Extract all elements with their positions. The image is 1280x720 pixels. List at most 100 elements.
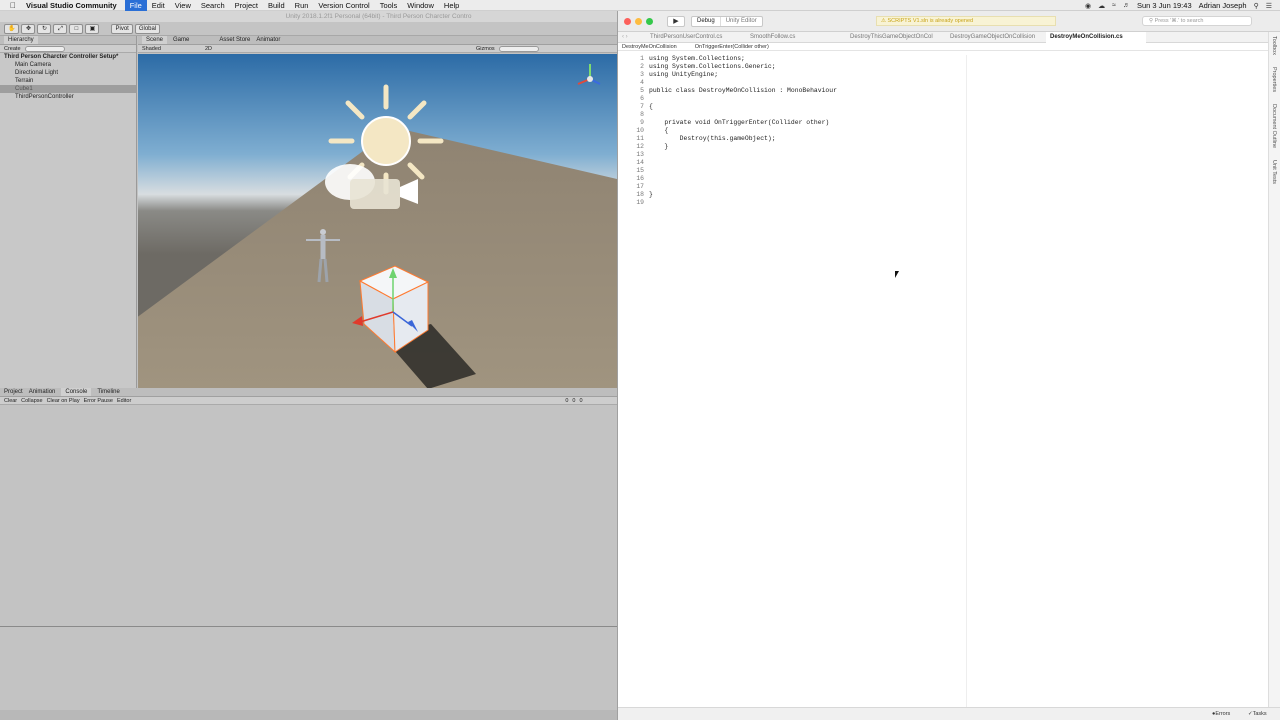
app-name[interactable]: Visual Studio Community [26, 1, 117, 10]
hand-tool-button[interactable]: ✋ [4, 23, 20, 34]
tab-animator[interactable]: Animator [256, 36, 280, 44]
clear-on-play-button[interactable]: Clear on Play [47, 397, 80, 405]
create-dropdown[interactable]: Create [4, 45, 21, 53]
move-tool-button[interactable]: ✥ [21, 23, 36, 34]
tab-asset-store[interactable]: Asset Store [219, 36, 250, 44]
tab-destroymeoncollision[interactable]: DestroyMeOnCollision.cs [1046, 31, 1146, 43]
tab-destroygameobjectoncollision[interactable]: DestroyGameObjectOnCollision [946, 32, 1046, 43]
rotate-tool-button[interactable]: ↻ [37, 23, 52, 34]
code-line[interactable]: } [649, 143, 1249, 151]
tasks-button[interactable]: ✓ Tasks [1248, 708, 1267, 720]
menu-project[interactable]: Project [230, 0, 263, 11]
code-line[interactable]: } [649, 191, 1249, 199]
menu-view[interactable]: View [170, 0, 196, 11]
hierarchy-item-main-camera[interactable]: Main Camera [0, 61, 136, 69]
sidebar-document-outline[interactable]: Document Outline [1271, 104, 1277, 148]
minimize-window-button[interactable] [635, 17, 642, 25]
wifi-icon[interactable]: ≈ [1112, 2, 1116, 9]
scale-tool-button[interactable]: ⤢ [53, 23, 68, 34]
config-dropdown[interactable]: Debug [692, 17, 720, 26]
close-window-button[interactable] [624, 17, 631, 25]
warning-count[interactable]: 0 [572, 397, 575, 405]
log-count[interactable]: 0 [565, 397, 568, 405]
sidebar-unit-tests[interactable]: Unit Tests [1271, 160, 1277, 184]
zoom-window-button[interactable] [646, 17, 653, 25]
record-icon[interactable]: ◉ [1085, 2, 1091, 10]
tab-destroythisgameobject[interactable]: DestroyThisGameObjectOnCol [846, 32, 946, 43]
run-configuration[interactable]: Debug Unity Editor [691, 15, 763, 27]
tab-hierarchy[interactable]: Hierarchy [4, 36, 38, 44]
hierarchy-item-terrain[interactable]: Terrain [0, 77, 136, 85]
rect-tool-button[interactable]: □ [69, 23, 84, 34]
menu-build[interactable]: Build [263, 0, 290, 11]
tab-game[interactable]: Game [173, 36, 189, 44]
transform-tool-button[interactable]: ▣ [85, 23, 100, 34]
collapse-button[interactable]: Collapse [21, 397, 42, 405]
sidebar-toolbox[interactable]: Toolbox [1271, 36, 1277, 55]
menu-tools[interactable]: Tools [375, 0, 403, 11]
code-line[interactable]: using System.Collections.Generic; [649, 63, 1249, 71]
vs-search-input[interactable]: ⚲ Press '⌘.' to search [1142, 16, 1252, 26]
menu-search[interactable]: Search [196, 0, 230, 11]
shading-dropdown[interactable]: Shaded [142, 45, 161, 53]
code-line[interactable]: { [649, 127, 1249, 135]
tab-nav-arrows-icon[interactable]: ‹ › [618, 34, 646, 40]
code-editor[interactable]: 1 2 3 4 5 6 7 8 9 10 11 12 13 14 15 16 17 18 19 using Syst… [618, 55, 1280, 707]
clock[interactable]: Sun 3 Jun 19:43 [1137, 1, 1192, 10]
clear-button[interactable]: Clear [4, 397, 17, 405]
run-button[interactable]: ▶ [667, 15, 685, 27]
code-text[interactable]: using System.Collections; using System.Co… [649, 55, 1249, 207]
tab-thirdpersonusercontrol[interactable]: ThirdPersonUserControl.cs [646, 32, 746, 43]
breadcrumb-method[interactable]: OnTriggerEnter(Collider other) [695, 43, 769, 50]
hierarchy-item-thirdpersoncontroller[interactable]: ThirdPersonController [0, 93, 136, 101]
errors-button[interactable]: ● Errors [1212, 708, 1230, 720]
menu-help[interactable]: Help [439, 0, 464, 11]
list-icon[interactable]: ☰ [1266, 2, 1272, 10]
breadcrumb-class[interactable]: DestroyMeOnCollision [622, 43, 677, 50]
gizmos-dropdown[interactable]: Gizmos [476, 45, 495, 53]
spotlight-icon[interactable]: ⚲ [1254, 2, 1259, 10]
menu-run[interactable]: Run [290, 0, 314, 11]
code-line[interactable]: { [649, 103, 1249, 111]
code-line[interactable] [649, 95, 1249, 103]
hierarchy-item-directional-light[interactable]: Directional Light [0, 69, 136, 77]
code-line[interactable] [649, 199, 1249, 207]
code-line[interactable] [649, 151, 1249, 159]
code-line[interactable] [649, 159, 1249, 167]
code-line[interactable] [649, 111, 1249, 119]
2d-toggle[interactable]: 2D [205, 45, 212, 53]
global-button[interactable]: Global [134, 23, 161, 34]
code-line[interactable] [649, 79, 1249, 87]
target-dropdown[interactable]: Unity Editor [719, 16, 762, 26]
menu-version-control[interactable]: Version Control [313, 0, 374, 11]
hierarchy-item-cube1[interactable]: Cube1 [0, 85, 136, 93]
pivot-button[interactable]: Pivot [111, 23, 133, 34]
code-line[interactable]: public class DestroyMeOnCollision : Mono… [649, 87, 1249, 95]
user-name[interactable]: Adrian Joseph [1199, 1, 1247, 10]
code-line[interactable]: Destroy(this.gameObject); [649, 135, 1249, 143]
scene-search-input[interactable] [498, 45, 539, 52]
code-line[interactable]: using System.Collections; [649, 55, 1249, 63]
tab-console[interactable]: Console [61, 388, 92, 396]
code-line[interactable] [649, 167, 1249, 175]
tab-animation[interactable]: Animation [29, 388, 56, 396]
scene-viewport[interactable] [138, 54, 617, 388]
tab-timeline[interactable]: Timeline [97, 388, 119, 396]
apple-icon[interactable]:  [10, 1, 20, 10]
code-line[interactable] [649, 183, 1249, 191]
volume-icon[interactable]: ♬ [1123, 2, 1130, 9]
tab-scene[interactable]: Scene [142, 36, 168, 44]
code-line[interactable]: using UnityEngine; [649, 71, 1249, 79]
menu-edit[interactable]: Edit [147, 0, 170, 11]
error-count[interactable]: 0 [579, 397, 582, 405]
scene-root-item[interactable]: Third Person Charcter Controller Setup* [0, 53, 136, 61]
tab-smoothfollow[interactable]: SmoothFollow.cs [746, 32, 846, 43]
error-pause-button[interactable]: Error Pause [84, 397, 113, 405]
code-line[interactable]: private void OnTriggerEnter(Collider oth… [649, 119, 1249, 127]
menu-window[interactable]: Window [402, 0, 439, 11]
sidebar-properties[interactable]: Properties [1271, 67, 1277, 92]
cloud-icon[interactable]: ☁ [1098, 2, 1105, 10]
orientation-gizmo-icon[interactable] [577, 64, 601, 85]
editor-dropdown[interactable]: Editor [117, 397, 131, 405]
hierarchy-search-input[interactable] [24, 45, 65, 52]
